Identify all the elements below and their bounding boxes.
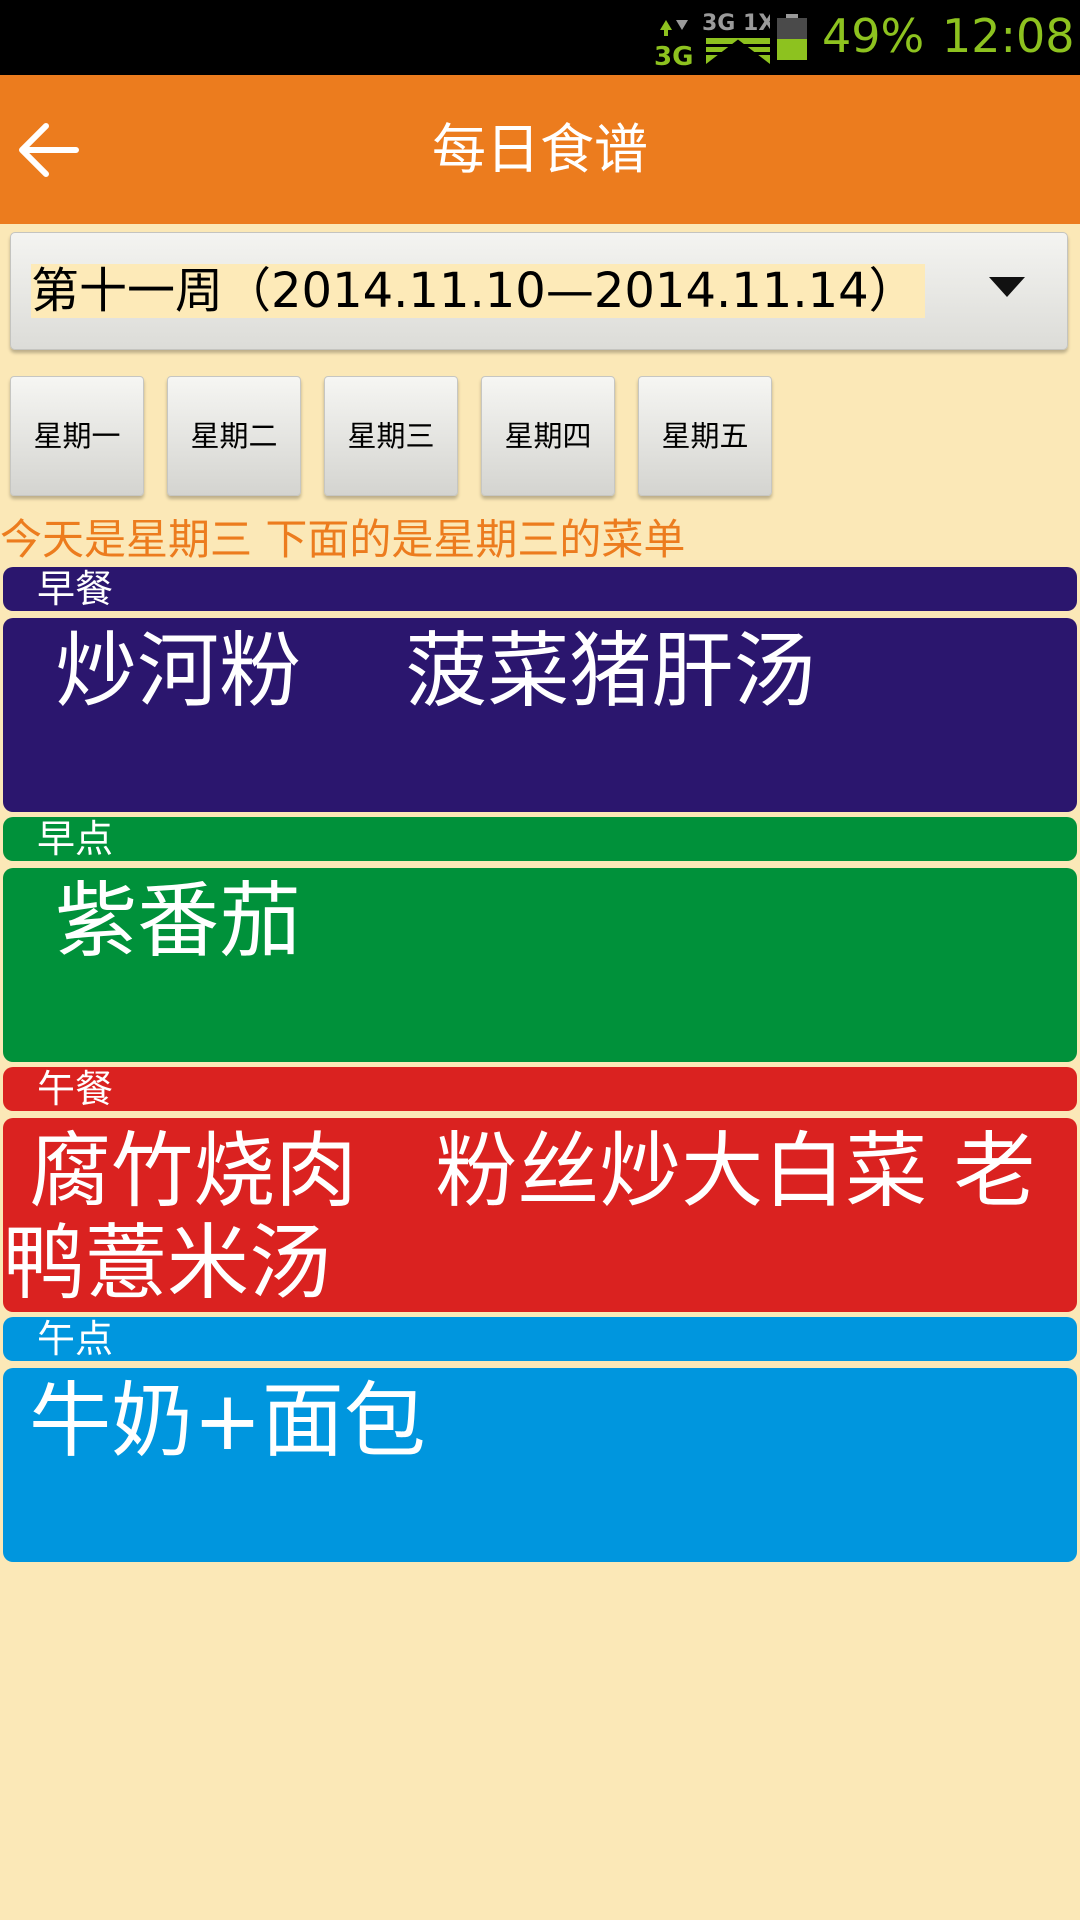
meal-label-bar-lunch: 午餐: [3, 1067, 1077, 1111]
meal-label-morning-snack: 早点: [37, 817, 114, 861]
meal-label-bar-morning-snack: 早点: [3, 817, 1077, 861]
battery-icon: [777, 14, 807, 60]
meal-label-bar-afternoon-snack: 午点: [3, 1317, 1077, 1361]
svg-text:3G 1X: 3G 1X: [702, 11, 770, 36]
meal-label-afternoon-snack: 午点: [37, 1317, 114, 1361]
today-notice: 今天是星期三 下面的是星期三的菜单: [0, 515, 686, 564]
day-button-monday[interactable]: 星期一: [10, 376, 144, 496]
day-button-friday[interactable]: 星期五: [638, 376, 772, 496]
meal-content-afternoon-snack: 牛奶+面包: [3, 1374, 426, 1469]
status-bar: 3G 3G 1X 49% 12:08: [0, 0, 1080, 75]
clock: 12:08: [942, 9, 1075, 63]
day-button-tuesday[interactable]: 星期二: [167, 376, 301, 496]
meal-content-morning-snack: 紫番茄: [3, 874, 302, 969]
week-selector-dropdown[interactable]: 第十一周（2014.11.10—2014.11.14）: [10, 232, 1068, 350]
triangle-down-icon: [989, 277, 1025, 297]
meal-label-lunch: 午餐: [37, 1067, 114, 1111]
meal-body-lunch: 腐竹烧肉 粉丝炒大白菜 老鸭薏米汤: [3, 1118, 1077, 1312]
week-selector-value: 第十一周（2014.11.10—2014.11.14）: [31, 264, 925, 318]
meal-body-breakfast: 炒河粉 菠菜猪肝汤: [3, 618, 1077, 812]
back-arrow-icon[interactable]: [14, 115, 84, 185]
battery-level: 49%: [822, 9, 925, 63]
meal-body-afternoon-snack: 牛奶+面包: [3, 1368, 1077, 1562]
page-title: 每日食谱: [432, 118, 648, 181]
meal-content-lunch: 腐竹烧肉 粉丝炒大白菜 老鸭薏米汤: [3, 1124, 1036, 1311]
day-button-wednesday[interactable]: 星期三: [324, 376, 458, 496]
app-bar: 每日食谱: [0, 75, 1080, 224]
meal-content-breakfast: 炒河粉 菠菜猪肝汤: [3, 624, 816, 719]
meal-label-bar-breakfast: 早餐: [3, 567, 1077, 611]
network-signal-icon: 3G 3G 1X: [654, 11, 770, 68]
day-button-thursday[interactable]: 星期四: [481, 376, 615, 496]
svg-text:3G: 3G: [654, 42, 693, 68]
meal-label-breakfast: 早餐: [37, 567, 114, 611]
meal-body-morning-snack: 紫番茄: [3, 868, 1077, 1062]
